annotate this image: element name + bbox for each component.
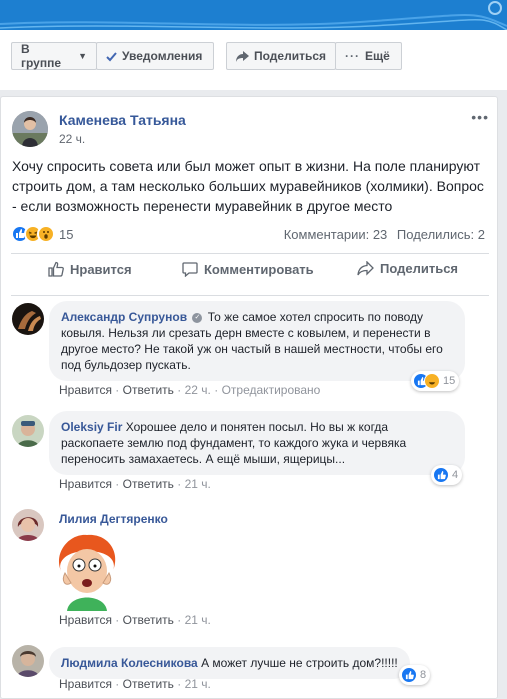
post-stats: Комментарии: 23 Поделились: 2	[284, 227, 485, 242]
group-cover-strip	[0, 0, 507, 30]
comment-text: А может лучше не строить дом?!!!!!	[201, 656, 398, 670]
post-author-name[interactable]: Каменева Татьяна	[59, 112, 186, 128]
comment-author[interactable]: Лилия Дегтяренко	[59, 512, 168, 526]
comment-reactions-count: 4	[452, 469, 459, 481]
like-post-label: Нравится	[70, 261, 132, 277]
like-thumb-icon	[48, 261, 64, 277]
shares-count-link[interactable]: Поделились: 2	[397, 227, 485, 242]
like-reaction-icon	[401, 667, 417, 683]
post-card: Каменева Татьяна 22 ч. ••• Хочу спросить…	[0, 96, 498, 699]
verified-badge-icon: ✓	[192, 312, 203, 323]
post-reactions[interactable]: 15	[11, 225, 73, 243]
comment-bubble: Александр Супрунов ✓ То же самое хотел с…	[49, 301, 465, 381]
post-text: Хочу спросить совета или был может опыт …	[12, 158, 484, 214]
in-group-label: В группе	[21, 42, 62, 70]
more-dots-icon: ···	[345, 49, 360, 63]
comment-like-link[interactable]: Нравится	[59, 477, 112, 491]
notifications-label: Уведомления	[122, 49, 203, 63]
comment-author[interactable]: Александр Супрунов	[61, 310, 187, 324]
like-reaction-icon	[433, 467, 449, 483]
share-group-button[interactable]: Поделиться	[226, 42, 336, 70]
comment-reactions[interactable]: 15	[411, 371, 460, 391]
in-group-button[interactable]: В группе ▼	[11, 42, 97, 70]
comment-meta: Нравится · Ответить · 21 ч.	[59, 677, 211, 691]
divider	[11, 295, 489, 296]
comment-time[interactable]: 21 ч.	[185, 613, 211, 627]
comment-like-link[interactable]: Нравится	[59, 613, 112, 627]
comment-avatar[interactable]	[12, 509, 44, 541]
share-group-label: Поделиться	[254, 49, 327, 63]
comment-time[interactable]: 21 ч.	[185, 677, 211, 691]
more-button[interactable]: ··· Ещё	[335, 42, 402, 70]
comment-post-label: Комментировать	[204, 261, 314, 277]
comment-reactions-count: 8	[420, 669, 427, 681]
haha-reaction-icon	[424, 373, 440, 389]
comment-meta: Нравится · Ответить · 21 ч.	[59, 477, 211, 491]
comment-reply-link[interactable]: Ответить	[123, 677, 174, 691]
check-icon	[106, 51, 117, 62]
wow-reaction-icon	[37, 225, 55, 243]
comment-reactions-count: 15	[443, 375, 456, 387]
caret-down-icon: ▼	[78, 51, 87, 61]
notifications-button[interactable]: Уведомления	[96, 42, 214, 70]
share-post-button[interactable]: Поделиться	[357, 261, 458, 276]
comment-reply-link[interactable]: Ответить	[123, 383, 174, 397]
post-reactions-count: 15	[59, 226, 74, 242]
comment-like-link[interactable]: Нравится	[59, 677, 112, 691]
comment-bubble-icon	[182, 262, 198, 277]
share-arrow-icon	[357, 261, 374, 276]
divider	[11, 253, 489, 254]
comment-reply-link[interactable]: Ответить	[123, 477, 174, 491]
share-arrow-icon	[236, 50, 249, 62]
post-options-icon[interactable]: •••	[471, 109, 489, 125]
comment-reactions[interactable]: 4	[431, 465, 463, 485]
comment-like-link[interactable]: Нравится	[59, 383, 112, 397]
comment-reactions[interactable]: 8	[399, 665, 431, 685]
cartoon-sticker-image	[51, 531, 123, 611]
comment-meta: Нравится · Ответить · 21 ч.	[59, 613, 211, 627]
like-post-button[interactable]: Нравится	[48, 261, 132, 277]
comment-bubble: Oleksiy Fir Хорошее дело и понятен посыл…	[49, 411, 465, 475]
comment-author[interactable]: Oleksiy Fir	[61, 420, 122, 434]
comment-avatar[interactable]	[12, 303, 44, 335]
comments-list: Александр Супрунов ✓ То же самое хотел с…	[1, 297, 497, 698]
post-author-avatar[interactable]	[12, 111, 48, 147]
share-post-label: Поделиться	[380, 261, 459, 276]
group-toolbar: В группе ▼ Уведомления Поделиться ··· Ещ…	[0, 30, 507, 90]
comment-edited[interactable]: Отредактировано	[222, 383, 321, 397]
comment-avatar[interactable]	[12, 645, 44, 677]
comment-reply-link[interactable]: Ответить	[123, 613, 174, 627]
comments-count-link[interactable]: Комментарии: 23	[284, 227, 388, 242]
comment-post-button[interactable]: Комментировать	[182, 261, 314, 277]
more-label: Ещё	[365, 49, 390, 63]
comment-meta: Нравится · Ответить · 22 ч. · Отредактир…	[59, 383, 321, 397]
comment-bubble: Людмила Колесникова А может лучше не стр…	[49, 647, 410, 679]
comment-avatar[interactable]	[12, 415, 44, 447]
comment-time[interactable]: 21 ч.	[185, 477, 211, 491]
post-timestamp[interactable]: 22 ч.	[59, 132, 85, 146]
comment-time[interactable]: 22 ч.	[185, 383, 211, 397]
comment-author[interactable]: Людмила Колесникова	[61, 656, 198, 670]
